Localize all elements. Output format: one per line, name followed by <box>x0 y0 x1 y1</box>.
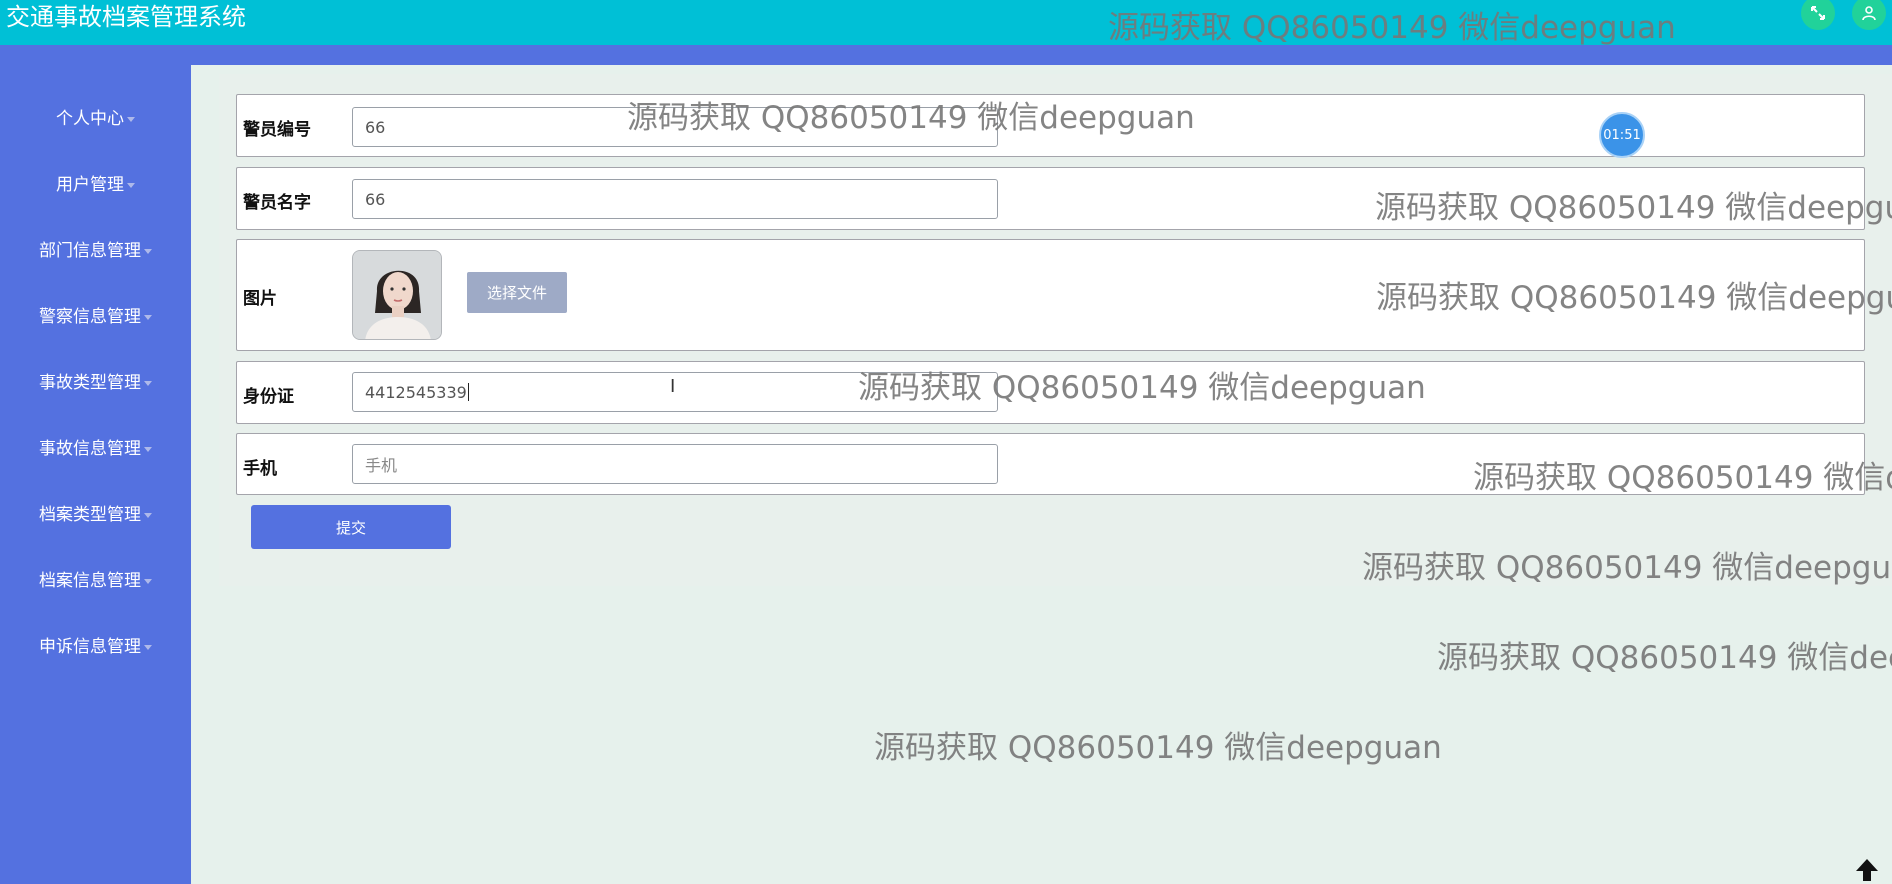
watermark-text: 源码获取 QQ86050149 微信deepguan <box>1376 280 1892 316</box>
sidebar-item-department-info[interactable]: 部门信息管理 <box>0 236 191 261</box>
sidebar-item-archive-info[interactable]: 档案信息管理 <box>0 566 191 591</box>
chevron-down-icon <box>144 380 152 386</box>
sidebar-item-personal-center[interactable]: 个人中心 <box>0 104 191 129</box>
chevron-down-icon <box>144 512 152 518</box>
field-label: 图片 <box>243 289 277 309</box>
sidebar-item-police-info[interactable]: 警察信息管理 <box>0 302 191 327</box>
text-caret <box>467 383 469 401</box>
sidebar-item-accident-type[interactable]: 事故类型管理 <box>0 368 191 393</box>
submit-button[interactable]: 提交 <box>251 505 451 549</box>
watermark-text: 源码获取 QQ86050149 微信deepguan <box>1362 550 1892 586</box>
watermark-text: 源码获取 QQ86050149 微信deepguan <box>1473 460 1892 496</box>
watermark-text: 源码获取 QQ86050149 微信deepguan <box>1375 190 1892 226</box>
watermark-text: 源码获取 QQ86050149 微信deepguan <box>858 370 1426 406</box>
sidebar-item-appeal-info[interactable]: 申诉信息管理 <box>0 632 191 657</box>
watermark-text: 源码获取 QQ86050149 微信deepguan <box>874 730 1442 766</box>
watermark-text: 源码获取 QQ86050149 微信deepguan <box>627 100 1195 136</box>
chevron-down-icon <box>127 116 135 122</box>
chevron-down-icon <box>144 446 152 452</box>
scroll-to-top-icon[interactable] <box>1852 856 1882 884</box>
sidebar-item-accident-info[interactable]: 事故信息管理 <box>0 434 191 459</box>
field-label: 警员名字 <box>243 193 311 213</box>
photo-thumbnail <box>352 250 442 340</box>
chevron-down-icon <box>144 314 152 320</box>
choose-file-button[interactable]: 选择文件 <box>467 272 567 313</box>
chevron-down-icon <box>144 644 152 650</box>
field-label: 手机 <box>243 459 277 479</box>
header-strip <box>0 45 1892 65</box>
expand-icon[interactable] <box>1801 0 1835 30</box>
phone-input[interactable]: 手机 <box>352 444 998 484</box>
chevron-down-icon <box>144 578 152 584</box>
chevron-down-icon <box>144 248 152 254</box>
user-icon[interactable] <box>1852 0 1886 30</box>
field-label: 身份证 <box>243 387 294 407</box>
police-name-input[interactable]: 66 <box>352 179 998 219</box>
sidebar-item-user-management[interactable]: 用户管理 <box>0 170 191 195</box>
i-beam-cursor-icon: I <box>670 376 676 397</box>
watermark-text: 源码获取 QQ86050149 微信deepguan <box>1437 640 1892 676</box>
field-label: 警员编号 <box>243 120 311 140</box>
watermark-text: 源码获取 QQ86050149 微信deepguan <box>1108 10 1676 46</box>
timer-badge: 01:51 <box>1599 112 1645 158</box>
chevron-down-icon <box>127 182 135 188</box>
app-title: 交通事故档案管理系统 <box>6 3 246 31</box>
sidebar-item-archive-type[interactable]: 档案类型管理 <box>0 500 191 525</box>
